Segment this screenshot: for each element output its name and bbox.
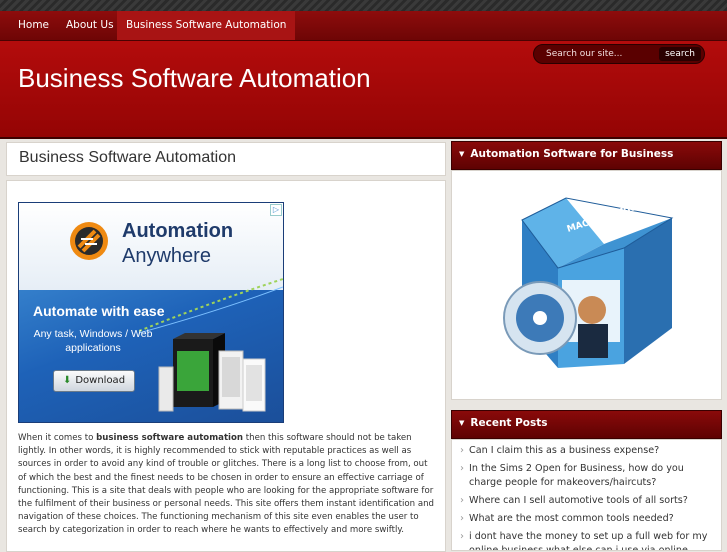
content-area: Automation Anywhere ▷ Automate with ease… [6,180,446,552]
widget-recent-posts-body: Can I claim this as a business expense? … [451,439,722,551]
widget-recent-posts-header: ▼ Recent Posts [451,410,722,439]
widget-automation-header: ▼ Automation Software for Business [451,141,722,170]
search-input[interactable] [546,47,651,61]
site-header: Business Software Automation search [0,41,727,139]
recent-post-link[interactable]: Can I claim this as a business expense? [469,445,659,456]
nav-business-software-automation[interactable]: Business Software Automation [117,11,296,40]
article-keyword: business software automation [96,433,244,443]
recent-post-link[interactable]: Where can I sell automotive tools of all… [469,495,688,506]
triangle-down-icon: ▼ [459,419,465,427]
page-title: Business Software Automation [19,149,237,166]
triangle-down-icon: ▼ [459,150,465,158]
search-button[interactable]: search [659,47,701,61]
recent-post-link[interactable]: What are the most common tools needed? [469,513,674,524]
widget-automation-body: MACRO MARKETER [451,170,722,400]
nav-home[interactable]: Home [9,11,58,40]
download-arrow-icon: ⬇ [62,375,72,386]
ad-headline: Automate with ease [33,303,165,319]
recent-post-item: Can I claim this as a business expense? [460,444,710,458]
ad-brand-line2: Anywhere [122,245,211,267]
recent-post-item: In the Sims 2 Open for Business, how do … [460,462,710,490]
ad-download-button[interactable]: ⬇ Download [53,370,135,392]
recent-post-link[interactable]: i dont have the money to set up a full w… [469,531,707,550]
widget-automation-title: Automation Software for Business [470,148,674,160]
ad-brand-line1: Automation [122,220,234,242]
recent-post-item: Where can I sell automotive tools of all… [460,494,710,508]
adchoices-icon[interactable]: ▷ [270,204,282,216]
recent-post-link[interactable]: In the Sims 2 Open for Business, how do … [469,463,684,488]
automation-anywhere-logo-icon [70,222,108,260]
software-boxes-image [158,333,266,412]
recent-post-item: i dont have the money to set up a full w… [460,530,710,550]
ad-subtext: Any task, Windows / Web applications [33,328,153,354]
search-form: search [533,44,705,64]
article-paragraph: When it comes to business software autom… [18,432,436,538]
recent-post-item: What are the most common tools needed? [460,512,710,526]
article-text: then this software should not be taken l… [18,433,434,536]
recent-posts-list: Can I claim this as a business expense? … [460,444,710,550]
automation-anywhere-ad[interactable]: Automation Anywhere ▷ Automate with ease… [18,202,284,423]
main-nav: Home About Us Business Software Automati… [0,11,727,41]
nav-about-us[interactable]: About Us [57,11,123,40]
page-title-box: Business Software Automation [6,142,446,176]
macro-marketer-product-image[interactable]: MACRO MARKETER [496,178,678,390]
widget-recent-posts-title: Recent Posts [470,417,548,429]
site-title[interactable]: Business Software Automation [18,63,371,94]
top-stripe [0,0,727,11]
article-intro: When it comes to [18,433,97,443]
ad-download-label: Download [75,375,126,386]
article-body: When it comes to business software autom… [18,432,436,538]
